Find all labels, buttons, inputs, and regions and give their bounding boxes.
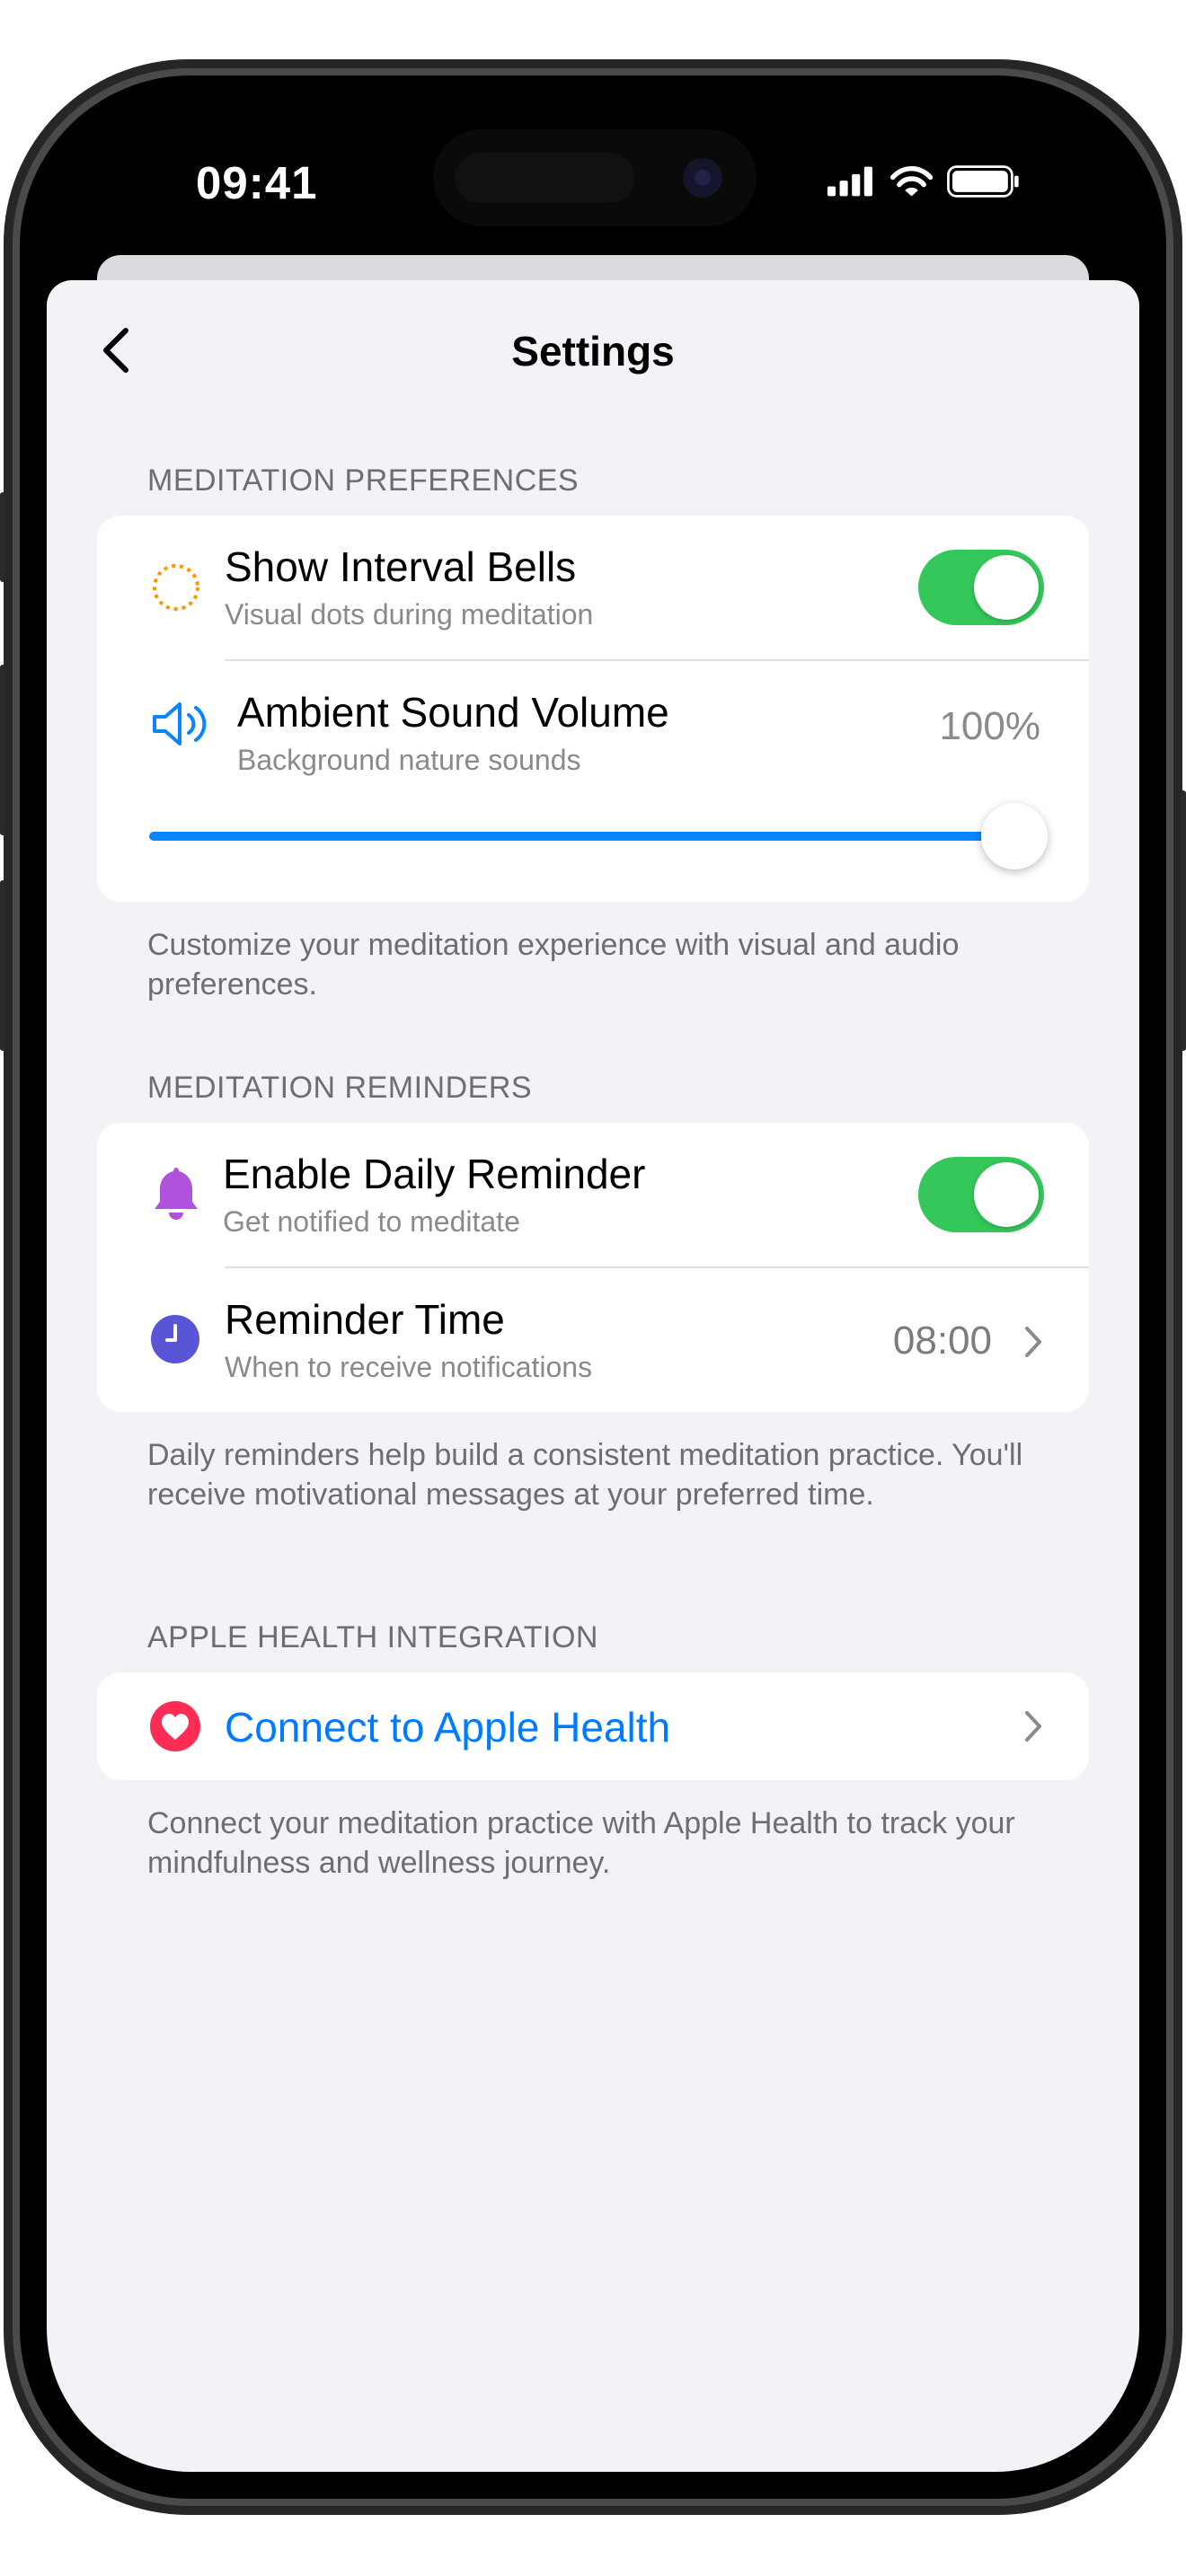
toggle-knob [974,555,1039,620]
slider-fill [149,832,1014,841]
heart-icon [150,1701,200,1751]
reminder-time-value: 08:00 [892,1319,992,1363]
daily-reminder-row: Enable Daily Reminder Get notified to me… [97,1123,1089,1266]
slider-thumb[interactable] [981,803,1048,869]
clock-icon [151,1315,199,1363]
preferences-group: Show Interval Bells Visual dots during m… [97,516,1089,902]
section-header-preferences: MEDITATION PREFERENCES [147,463,580,498]
health-footer: Connect your meditation practice with Ap… [147,1806,1015,1880]
front-camera [683,158,722,198]
wifi-icon [890,166,934,197]
volume-value: 100% [939,704,1040,748]
navigation-bar: Settings [47,280,1139,397]
volume-row: Ambient Sound Volume Background nature s… [97,661,1089,902]
side-button [1181,790,1186,1051]
status-time: 09:41 [196,157,318,208]
cellular-signal-icon [827,166,872,197]
section-header-health: APPLE HEALTH INTEGRATION [147,1620,598,1654]
action-button [0,492,5,582]
connect-health-link[interactable]: Connect to Apple Health [225,1703,670,1751]
settings-sheet: Settings MEDITATION PREFERENCES Show Int… [47,280,1139,2472]
volume-slider[interactable] [149,803,1048,869]
dynamic-island [433,129,757,226]
connect-health-row[interactable]: Connect to Apple Health [97,1672,1089,1780]
reminder-time-subtitle: When to receive notifications [225,1351,593,1383]
health-group: Connect to Apple Health [97,1672,1089,1780]
volume-up-button [0,665,5,835]
bells-subtitle: Visual dots during meditation [225,598,594,631]
reminders-footer: Daily reminders help build a consistent … [147,1438,1023,1512]
preferences-footer: Customize your meditation experience wit… [147,928,960,1001]
phone-screen: 09:41 Settings MEDITATION PREFERENCES Sh… [47,102,1139,2472]
dotted-circle-icon [153,564,199,611]
daily-reminder-subtitle: Get notified to meditate [223,1205,520,1238]
reminders-group: Enable Daily Reminder Get notified to me… [97,1123,1089,1412]
chevron-right-icon [1025,1327,1041,1357]
volume-title: Ambient Sound Volume [237,689,669,736]
toggle-knob [974,1162,1039,1227]
volume-down-button [0,880,5,1051]
chevron-right-icon [1025,1711,1041,1742]
speaker-wave-icon [153,702,207,745]
volume-subtitle: Background nature sounds [237,744,581,776]
page-title: Settings [511,328,675,375]
section-header-reminders: MEDITATION REMINDERS [147,1071,533,1105]
status-icons [827,165,1019,198]
island-sensor [455,153,634,203]
bells-toggle[interactable] [918,550,1044,625]
bells-row: Show Interval Bells Visual dots during m… [97,516,1089,659]
battery-icon [947,165,1019,198]
reminder-time-row[interactable]: Reminder Time When to receive notificati… [97,1268,1089,1412]
bell-icon [155,1168,198,1220]
bells-title: Show Interval Bells [225,543,577,590]
daily-reminder-title: Enable Daily Reminder [223,1151,646,1197]
reminder-time-title: Reminder Time [225,1296,505,1343]
status-bar: 09:41 [47,102,1139,255]
daily-reminder-toggle[interactable] [918,1157,1044,1232]
